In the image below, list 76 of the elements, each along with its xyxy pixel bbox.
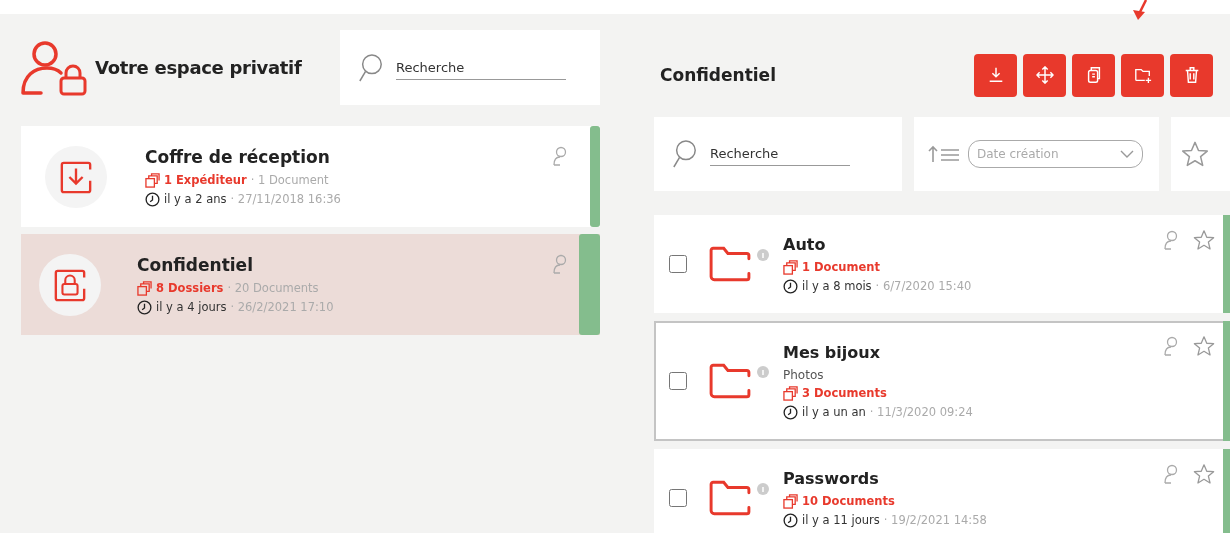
clock-icon xyxy=(145,191,160,207)
search-field[interactable]: Recherche xyxy=(396,55,566,80)
copy-button[interactable] xyxy=(1072,53,1115,97)
folder-row[interactable]: Auto 1 Document il y a 8 mois · 6/7/2020 15:40 xyxy=(654,215,1230,313)
count-label: 1 Document xyxy=(802,260,880,274)
count-label: 1 Expéditeur xyxy=(164,173,247,187)
folder-icon xyxy=(709,363,751,399)
date-label: · 27/11/2018 16:36 xyxy=(230,192,341,206)
count-label: 3 Documents xyxy=(802,386,887,400)
user-icon[interactable] xyxy=(1163,230,1179,250)
documents-icon xyxy=(137,280,152,296)
user-lock-icon xyxy=(21,39,87,96)
age-label: il y a 2 ans xyxy=(164,192,227,206)
info-icon[interactable] xyxy=(757,483,769,495)
clock-icon xyxy=(783,512,798,528)
star-icon xyxy=(1181,140,1209,168)
clock-icon xyxy=(783,278,798,294)
favorites-filter-button[interactable] xyxy=(1171,117,1230,191)
documents-icon xyxy=(783,259,798,275)
download-box-icon xyxy=(59,159,93,194)
folder-name: Passwords xyxy=(783,468,879,488)
folder-icon xyxy=(709,246,751,282)
search-icon xyxy=(358,52,384,83)
clock-icon xyxy=(783,404,798,420)
folder-icon xyxy=(709,480,751,516)
vault-name: Coffre de réception xyxy=(145,146,330,167)
date-label: · 6/7/2020 15:40 xyxy=(875,279,972,293)
age-label: il y a 4 jours xyxy=(156,300,227,314)
move-button[interactable] xyxy=(1023,53,1066,97)
delete-button[interactable] xyxy=(1170,53,1213,97)
user-icon[interactable] xyxy=(552,146,568,166)
lock-box-icon xyxy=(53,267,87,302)
date-label: · 26/2/2021 17:10 xyxy=(230,300,334,314)
star-icon[interactable] xyxy=(1193,463,1215,485)
meta-label: · 1 Document xyxy=(250,173,329,187)
user-icon[interactable] xyxy=(552,254,568,274)
new-folder-button[interactable] xyxy=(1121,53,1164,97)
info-icon[interactable] xyxy=(757,366,769,378)
age-label: il y a un an xyxy=(802,405,866,419)
folder-name: Mes bijoux xyxy=(783,342,880,362)
search-icon xyxy=(672,139,698,169)
date-label: · 11/3/2020 09:24 xyxy=(869,405,973,419)
row-checkbox[interactable] xyxy=(669,255,687,273)
vault-name: Confidentiel xyxy=(137,254,253,275)
folder-row[interactable]: Mes bijoux Photos 3 Documents il y a un an · 11/3/2020 09:24 xyxy=(654,321,1230,441)
date-label: · 19/2/2021 14:58 xyxy=(883,513,987,527)
age-label: il y a 8 mois xyxy=(802,279,872,293)
vault-card[interactable]: Coffre de réception 1 Expéditeur · 1 Document il y a 2 ans · 27/11/2018 16:36 xyxy=(21,126,600,227)
search-field[interactable]: Recherche xyxy=(710,142,850,166)
meta-label: · 20 Documents xyxy=(227,281,319,295)
star-icon[interactable] xyxy=(1193,335,1215,357)
space-title: Votre espace privatif xyxy=(95,57,303,78)
folder-name: Auto xyxy=(783,234,826,254)
row-checkbox[interactable] xyxy=(669,489,687,507)
star-icon[interactable] xyxy=(1193,229,1215,251)
clock-icon xyxy=(137,299,152,315)
documents-icon xyxy=(783,493,798,509)
user-icon[interactable] xyxy=(1163,336,1179,356)
folder-title: Confidentiel xyxy=(659,65,777,85)
chevron-down-icon xyxy=(1120,150,1134,158)
vault-card[interactable]: Confidentiel 8 Dossiers · 20 Documents il y a 4 jours · 26/2/2021 17:10 xyxy=(21,234,600,335)
user-icon[interactable] xyxy=(1163,464,1179,484)
documents-icon xyxy=(145,172,160,188)
count-label: 10 Documents xyxy=(802,494,895,508)
pointer-arrow-icon xyxy=(1130,0,1150,22)
download-button[interactable] xyxy=(974,53,1017,97)
row-checkbox[interactable] xyxy=(669,372,687,390)
documents-icon xyxy=(783,385,798,401)
move-icon xyxy=(1035,66,1054,84)
folder-row[interactable]: Passwords 10 Documents il y a 11 jours · 19/2/2021 14:58 xyxy=(654,449,1230,533)
folder-description: Photos xyxy=(783,367,824,382)
info-icon[interactable] xyxy=(757,249,769,261)
folder-plus-icon xyxy=(1133,66,1152,84)
sort-icon[interactable] xyxy=(928,145,960,163)
age-label: il y a 11 jours xyxy=(802,513,880,527)
count-label: 8 Dossiers xyxy=(156,281,224,295)
